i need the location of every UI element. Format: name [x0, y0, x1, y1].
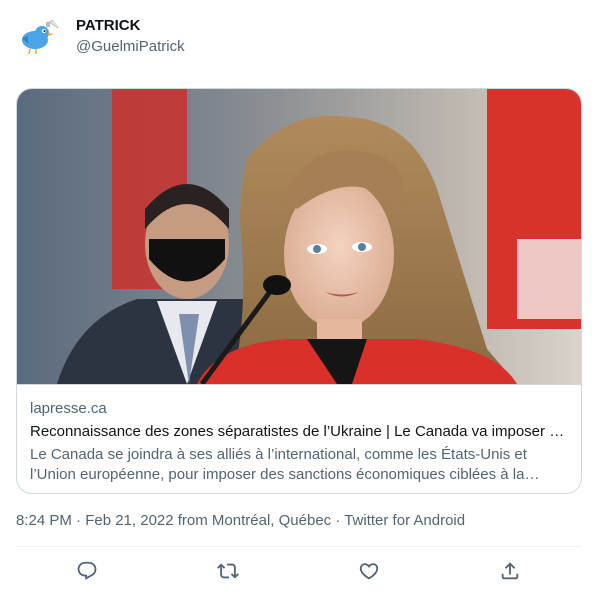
card-title: Reconnaissance des zones séparatistes de… [30, 423, 568, 440]
bird-megaphone-icon [16, 14, 60, 58]
action-bar [16, 548, 582, 594]
author-name[interactable]: PATRICK [76, 17, 140, 34]
like-button[interactable] [354, 556, 384, 586]
author-handle[interactable]: @GuelmiPatrick [76, 38, 185, 55]
divider [16, 546, 582, 547]
retweet-button[interactable] [213, 556, 243, 586]
card-divider [17, 384, 581, 385]
share-button[interactable] [495, 556, 525, 586]
author-avatar[interactable] [16, 14, 60, 58]
link-preview-card[interactable]: lapresse.ca Reconnaissance des zones sép… [16, 88, 582, 494]
reply-button[interactable] [72, 556, 102, 586]
article-image [17, 89, 581, 384]
share-icon [501, 562, 519, 580]
tweet-metadata[interactable]: 8:24 PM · Feb 21, 2022 from Montréal, Qu… [16, 512, 465, 529]
retweet-icon [217, 563, 239, 579]
card-description: Le Canada se joindra à ses alliés à l’in… [30, 446, 527, 483]
heart-icon [359, 563, 379, 580]
card-domain: lapresse.ca [30, 400, 107, 417]
reply-icon [77, 561, 97, 580]
